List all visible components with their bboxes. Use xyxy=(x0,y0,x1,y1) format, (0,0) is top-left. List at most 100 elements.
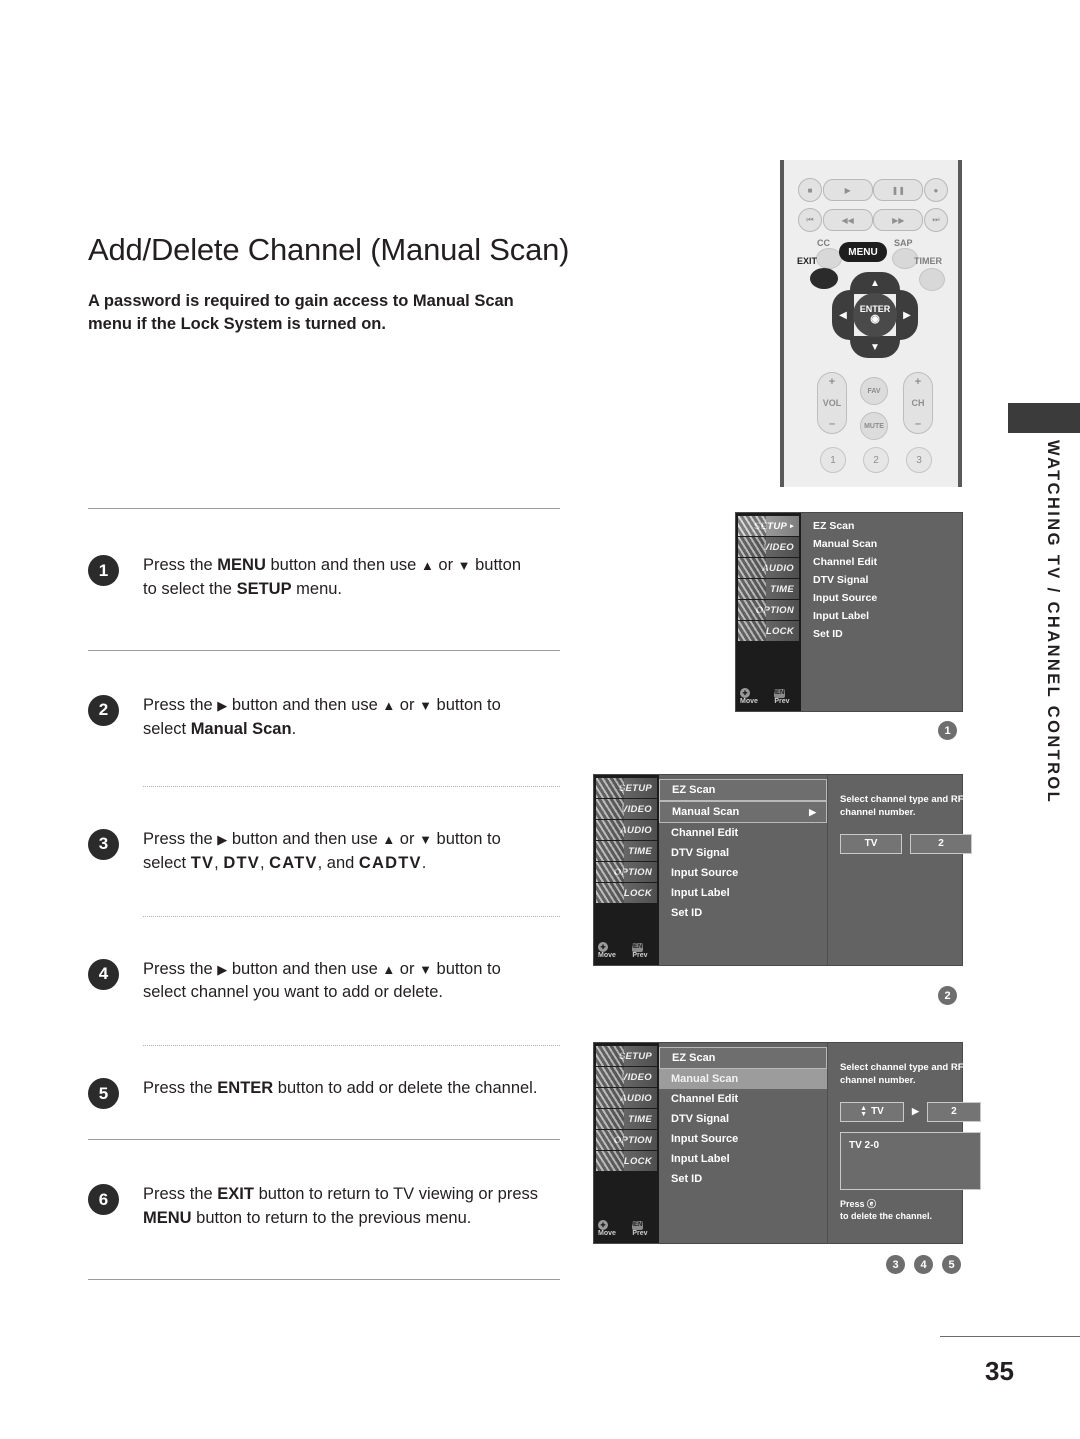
osd-sidebar-item-audio: AUDIO xyxy=(738,558,799,578)
osd-item-input-source: Input Source xyxy=(671,867,739,879)
step-6: 6 Press the EXIT button to return to TV … xyxy=(88,1182,560,1231)
osd-step-marker-3: 3 xyxy=(886,1255,905,1274)
osd-result-box: TV 2-0 xyxy=(840,1131,981,1190)
osd-sidebar-item-lock: LOCK xyxy=(596,883,657,903)
osd-sidebar-item-audio: AUDIO xyxy=(596,820,657,840)
arrow-right-icon: ▶ xyxy=(912,1106,919,1117)
osd-step-marker-4: 4 xyxy=(914,1255,933,1274)
osd-item-manual-scan: Manual Scan xyxy=(813,538,878,550)
osd-nav-prev-label: Prev xyxy=(774,697,790,705)
channel-type-value: TV xyxy=(871,1105,884,1117)
osd-sidebar-2: SETUP VIDEO AUDIO TIME OPTION LOCK ✚Move… xyxy=(594,775,659,965)
osd-nav-prev-label: Prev xyxy=(632,951,648,959)
channel-type-field: TV xyxy=(840,833,902,854)
dpad: ▲ ◀ ▶ ▼ ENTER ◉ xyxy=(832,272,918,358)
osd-detail-text: Select channel type and RF-channel numbe… xyxy=(840,794,967,819)
enter-target-icon: ◉ xyxy=(870,312,880,325)
osd-field-row-3: ▲ ▼ TV ▶ 2 xyxy=(840,1101,981,1122)
move-icon: ✚ xyxy=(598,1220,608,1230)
osd-step-marker-1: 1 xyxy=(938,721,957,740)
osd-nav-move-label: Move xyxy=(598,952,616,959)
step-4: 4 Press the ▶ button and then use ▲ or ▼… xyxy=(88,957,560,1006)
channel-type-field: ▲ ▼ TV xyxy=(840,1101,904,1122)
osd-item-ez-scan: EZ Scan xyxy=(659,1047,827,1069)
osd-sidebar-item-time: TIME xyxy=(596,841,657,861)
osd-sidebar-label-video: VIDEO xyxy=(620,803,652,815)
step-badge-4: 4 xyxy=(88,958,119,990)
osd-sidebar-item-option: OPTION xyxy=(596,1130,657,1150)
step-3: 3 Press the ▶ button and then use ▲ or ▼… xyxy=(88,827,560,876)
osd-hint: Press ⓔ to delete the channel. xyxy=(840,1198,981,1223)
menu-key-icon: MENU xyxy=(628,942,647,952)
enter-button: ENTER ◉ xyxy=(853,293,897,337)
osd-item-channel-edit: Channel Edit xyxy=(671,827,739,839)
osd-sidebar-label-lock: LOCK xyxy=(623,887,652,899)
dpad-up-icon: ▲ xyxy=(850,272,900,294)
menu-key-icon: MENU xyxy=(770,688,789,698)
osd-sidebar-item-time: TIME xyxy=(596,1109,657,1129)
lock-thumb-icon xyxy=(596,1151,624,1171)
remote-control-illustration: ■ ▶ ❚❚ ● ⏮ ◀◀ ▶▶ ⏭ CC SAP TIMER EXIT MEN… xyxy=(780,160,962,487)
chevron-right-icon: ▸ xyxy=(790,523,794,530)
osd-item-input-label: Input Label xyxy=(671,1153,730,1165)
osd-menu-list-3: EZ Scan Manual Scan Channel Edit DTV Sig… xyxy=(659,1043,827,1243)
osd-sidebar-label-lock: LOCK xyxy=(623,1155,652,1167)
fav-button: FAV xyxy=(860,377,888,405)
step-badge-1: 1 xyxy=(88,555,119,586)
osd-step-marker-2: 2 xyxy=(938,986,957,1005)
osd-sidebar-label-audio: AUDIO xyxy=(761,562,794,574)
page-title: Add/Delete Channel (Manual Scan) xyxy=(88,232,570,267)
step-text-3: Press the ▶ button and then use ▲ or ▼ b… xyxy=(143,829,501,872)
osd-field-row-2: TV 2 xyxy=(840,833,972,854)
osd-sidebar-item-audio: AUDIO xyxy=(596,1088,657,1108)
osd-screen-manual-scan-select: SETUP VIDEO AUDIO TIME OPTION LOCK ✚Move… xyxy=(593,774,972,966)
side-tab-label: WATCHING TV / CHANNEL CONTROL xyxy=(1044,440,1062,805)
osd-sidebar-3: SETUP VIDEO AUDIO TIME OPTION LOCK ✚Move… xyxy=(594,1043,659,1243)
rf-channel-field: 2 xyxy=(910,833,972,854)
osd-item-input-label: Input Label xyxy=(813,610,869,622)
osd-sidebar-label-lock: LOCK xyxy=(765,625,794,637)
arrow-right-icon: ▶ xyxy=(809,806,816,817)
audio-thumb-icon xyxy=(738,558,766,578)
time-thumb-icon xyxy=(596,1109,624,1129)
timer-label: TIMER xyxy=(914,256,942,266)
dpad-left-icon: ◀ xyxy=(832,290,854,340)
skip-forward-icon: ⏭ xyxy=(923,208,948,232)
step-text-5: Press the ENTER button to add or delete … xyxy=(143,1079,538,1098)
osd-nav-prev-label: Prev xyxy=(632,1229,648,1237)
osd-sidebar-label-audio: AUDIO xyxy=(619,824,652,836)
osd-screen-manual-scan-delete: SETUP VIDEO AUDIO TIME OPTION LOCK ✚Move… xyxy=(593,1042,981,1244)
lock-thumb-icon xyxy=(738,621,766,641)
setup-thumb-icon xyxy=(596,1046,624,1066)
osd-item-input-label: Input Label xyxy=(671,887,730,899)
dpad-right-icon: ▶ xyxy=(896,290,918,340)
video-thumb-icon xyxy=(596,799,624,819)
lock-thumb-icon xyxy=(596,883,624,903)
osd-item-input-source: Input Source xyxy=(671,1133,739,1145)
volume-minus: – xyxy=(828,418,836,430)
step-text-2: Press the ▶ button and then use ▲ or ▼ b… xyxy=(143,695,501,738)
osd-sidebar-item-setup: SETUP ▸ xyxy=(738,516,799,536)
side-tab-block xyxy=(1008,403,1080,433)
osd-sidebar-label-time: TIME xyxy=(628,1113,652,1125)
number-key-2: 2 xyxy=(863,447,889,473)
osd-item-channel-edit: Channel Edit xyxy=(671,1093,739,1105)
osd-item-manual-scan: Manual Scan ▶ xyxy=(659,801,827,823)
osd-item-dtv-signal: DTV Signal xyxy=(813,574,869,586)
cc-label: CC xyxy=(817,238,830,248)
footer-rule xyxy=(940,1336,1080,1337)
time-thumb-icon xyxy=(738,579,766,599)
skip-back-icon: ⏮ xyxy=(798,208,822,232)
rf-channel-field: 2 xyxy=(926,1101,981,1122)
osd-item-set-id: Set ID xyxy=(671,907,703,919)
osd-item-set-id: Set ID xyxy=(671,1173,703,1185)
osd-item-ez-scan: EZ Scan xyxy=(813,520,855,532)
osd-sidebar-label-time: TIME xyxy=(628,845,652,857)
step-badge-2: 2 xyxy=(88,694,119,726)
osd-sidebar-item-lock: LOCK xyxy=(738,621,799,641)
osd-item-input-source: Input Source xyxy=(813,592,878,604)
dpad-down-icon: ▼ xyxy=(850,336,900,358)
steps-list: 1 Press the MENU button and then use ▲ o… xyxy=(88,508,560,1281)
osd-nav-hints-1: ✚Move MENUPrev xyxy=(740,688,801,705)
option-thumb-icon xyxy=(738,600,766,620)
